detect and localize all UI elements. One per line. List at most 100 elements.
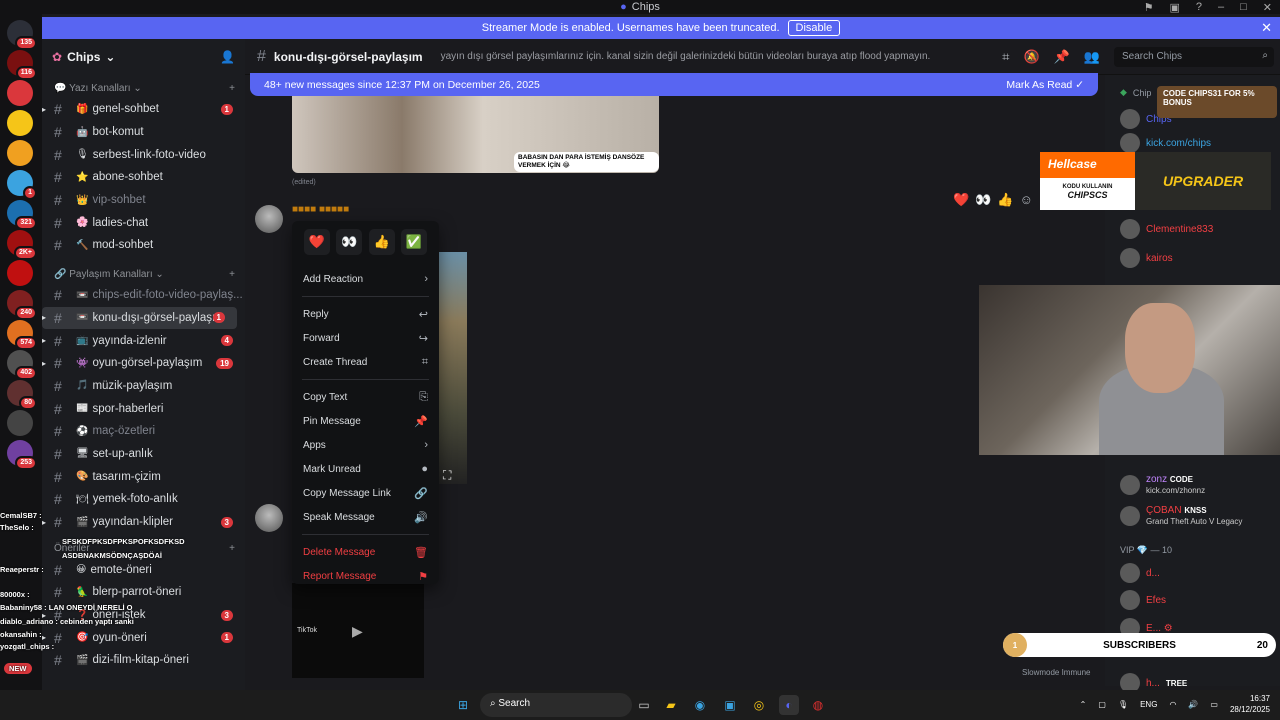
message-video-attachment[interactable] [437,252,467,484]
member-item[interactable]: ÇOBAN KNSS Grand Theft Auto V Legacy [1120,505,1242,527]
maximize-button[interactable]: □ [1240,1,1247,13]
add-reaction-icon[interactable]: ☺ [1020,192,1033,208]
chevron-up-icon[interactable]: ⌃ [1080,700,1087,709]
server-icon[interactable] [7,110,33,136]
reaction-emoji-button[interactable]: 👍 [368,229,395,255]
category-text[interactable]: 💬 Yazı Kanalları ⌄ + [42,75,245,98]
channel-item[interactable]: ▸ # 🎁 genel-sohbet 1 [42,98,245,121]
menu-item-create-thread[interactable]: Create Thread ⌗ [300,350,431,374]
minimize-button[interactable]: – [1218,1,1224,13]
channel-item[interactable]: # 🌸 ladies-chat [42,211,245,234]
menu-item-forward[interactable]: Forward ↪ [300,326,431,350]
inbox-icon[interactable]: ▣ [1169,1,1179,14]
notification-bell-icon[interactable]: 🔕 [1023,49,1039,65]
search-input[interactable]: Search Chips ⌕ [1114,47,1274,67]
server-icon[interactable]: 1 [7,170,37,200]
menu-item-copy-text[interactable]: Copy Text ⎘ [300,385,431,409]
member-list-icon[interactable]: 👥 [1084,49,1100,65]
server-icon[interactable]: 80 [7,380,37,410]
channel-item[interactable]: ▸ # 🎬 yayından-klipler 3 [42,511,245,534]
wifi-icon[interactable]: ◠ [1169,700,1176,709]
message-hover-reactions[interactable]: ❤️ 👀 👍 ☺ [953,192,1033,208]
discord-taskbar-icon[interactable]: ◐ [779,695,799,715]
menu-item-apps[interactable]: Apps › [300,433,431,457]
channel-topic[interactable]: yayın dışı görsel paylaşımlarınız için. … [441,51,931,62]
store-icon[interactable]: ▣ [720,695,740,715]
channel-item[interactable]: # 🤖 bot-komut [42,121,245,144]
heart-emoji-icon[interactable]: ❤️ [953,192,969,208]
reaction-emoji-button[interactable]: ❤️ [304,229,330,255]
menu-item-report-message[interactable]: Report Message ⚑ [300,564,431,588]
file-explorer-icon[interactable]: ▰ [661,695,681,715]
close-icon[interactable]: ✕ [1261,20,1272,36]
channel-item[interactable]: # 🎬 dizi-film-kitap-öneri [42,649,245,672]
language-indicator[interactable]: ENG [1140,700,1157,709]
server-icon[interactable]: 240 [7,290,37,320]
menu-item-delete-message[interactable]: Delete Message 🗑 [300,540,431,564]
battery-icon[interactable]: ▭ [1210,700,1218,709]
channel-item[interactable]: # 👑 vip-sohbet [42,189,245,212]
reaction-emoji-button[interactable]: 👀 [336,229,363,255]
add-channel-icon[interactable]: + [229,543,235,554]
task-view-icon[interactable]: ▭ [634,695,654,715]
new-messages-bar[interactable]: 48+ new messages since 12:37 PM on Decem… [250,73,1098,96]
server-icon[interactable]: 135 [7,20,37,50]
server-icon[interactable]: 402 [7,350,37,380]
member-item[interactable]: kairos [1120,248,1173,268]
server-icon[interactable] [7,140,33,166]
member-item[interactable]: Efes [1120,590,1166,610]
server-icon[interactable] [7,80,33,106]
member-item[interactable]: zonz CODE kick.com/zhonnz [1120,474,1205,496]
server-icon[interactable] [7,410,33,436]
server-icon[interactable]: 253 [7,440,37,470]
server-icon[interactable]: 574 [7,320,37,350]
flag-icon[interactable]: ⚑ [1144,1,1154,14]
reaction-emoji-button[interactable]: ✅ [400,229,427,255]
avatar[interactable] [255,205,283,233]
clock[interactable]: 16:37 28/12/2025 [1230,693,1270,715]
server-icon[interactable]: 116 [7,50,37,80]
guild-header[interactable]: ✿ Chips ⌄ 👤 [42,39,245,75]
chrome-icon[interactable]: ◎ [749,695,769,715]
channel-item[interactable]: # 🍽 yemek-foto-anlık [42,488,245,511]
menu-item-mark-unread[interactable]: Mark Unread ● [300,457,431,481]
add-member-icon[interactable]: 👤 [220,50,235,64]
channel-item[interactable]: # 🎨 tasarım-çizim [42,465,245,488]
username-redacted[interactable]: ■■■■ ■■■■■ [292,204,349,215]
channel-item[interactable]: # 📼 chips-edit-foto-video-paylaş... [42,284,245,307]
avatar[interactable] [255,504,283,532]
channel-item[interactable]: ▸ # 👾 oyun-görsel-paylaşım 19 [42,352,245,375]
channel-item[interactable]: # 😀 emote-öneri [42,558,245,581]
add-channel-icon[interactable]: + [229,269,235,280]
add-channel-icon[interactable]: + [229,83,235,94]
server-icon[interactable]: 321 [7,200,37,230]
channel-item[interactable]: # 🔨 mod-sohbet [42,234,245,257]
channel-item[interactable]: # ⭐ abone-sohbet [42,166,245,189]
mark-as-read-button[interactable]: Mark As Read ✓ [1006,79,1084,91]
channel-item[interactable]: # 🎙 serbest-link-foto-video [42,143,245,166]
channel-item[interactable]: # ⚽ maç-özetleri [42,420,245,443]
menu-item-pin-message[interactable]: Pin Message 📌 [300,409,431,433]
channel-item[interactable]: ▸ # 📺 yayında-izlenir 4 [42,329,245,352]
help-icon[interactable]: ? [1196,1,1202,13]
member-item[interactable]: d... [1120,563,1160,583]
close-window-button[interactable]: ✕ [1263,1,1272,14]
menu-item-speak-message[interactable]: Speak Message 🔊 [300,505,431,529]
server-icon[interactable]: 2K+ [7,230,37,260]
disable-button[interactable]: Disable [787,20,841,36]
menu-item-add-reaction[interactable]: Add Reaction › [300,267,431,291]
mic-icon[interactable]: 🎙 [1118,700,1128,709]
channel-item[interactable]: # 🎵 müzik-paylaşım [42,375,245,398]
volume-icon[interactable]: 🔊 [1188,700,1198,709]
channel-item[interactable]: # 🖥 set-up-anlık [42,443,245,466]
obs-icon[interactable]: ◍ [808,695,828,715]
channel-item[interactable]: # 📰 spor-haberleri [42,397,245,420]
menu-item-copy-message-link[interactable]: Copy Message Link 🔗 [300,481,431,505]
channel-item[interactable]: # 🦜 blerp-parrot-öneri [42,581,245,604]
taskbar-search[interactable]: ⌕ Search [480,693,632,717]
eyes-emoji-icon[interactable]: 👀 [975,192,991,208]
channel-item[interactable]: ▸ # 🎯 oyun-öneri 1 [42,626,245,649]
expand-icon[interactable]: ⛶ [443,468,451,483]
category-share[interactable]: 🔗 Paylaşım Kanalları ⌄ + [42,257,245,284]
channel-item[interactable]: ▸ # 📼 konu-dışı-görsel-paylaşım 1 [42,306,237,330]
